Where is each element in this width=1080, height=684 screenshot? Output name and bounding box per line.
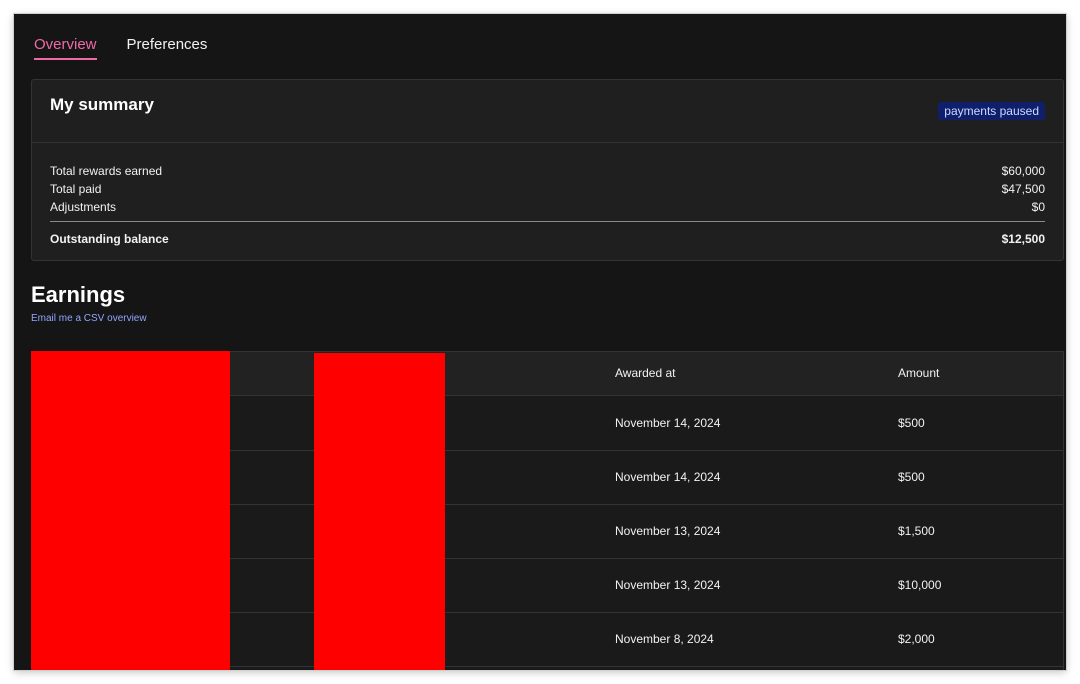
summary-rows: Total rewards earned $60,000 Total paid … [50,162,1045,248]
tab-preferences[interactable]: Preferences [127,36,208,60]
awarded-at-cell: November 14, 2024 [615,470,721,484]
email-csv-link[interactable]: Email me a CSV overview [31,313,147,324]
amount-cell: $1,500 [898,524,935,538]
amount-cell: $500 [898,470,925,484]
summary-title: My summary [50,95,154,114]
amount-cell: $10,000 [898,578,942,592]
awarded-at-cell: November 13, 2024 [615,524,721,538]
column-header-awarded-at: Awarded at [615,366,676,380]
column-header-amount: Amount [898,366,940,380]
summary-row-outstanding-balance: Outstanding balance $12,500 [50,221,1045,248]
summary-value: $47,500 [1001,182,1045,196]
awarded-at-cell: November 8, 2024 [615,632,714,646]
summary-label: Total rewards earned [50,164,163,178]
summary-value: $12,500 [1001,232,1045,246]
earnings-title: Earnings [31,282,126,307]
tab-bar: Overview Preferences [34,36,207,60]
earnings-table: Awarded at Amount November 14, 2024 $500… [31,351,1064,670]
app-window: Overview Preferences My summary payments… [14,14,1066,670]
redacted-block-1 [31,351,230,670]
awarded-at-cell: November 13, 2024 [615,578,721,592]
amount-cell: $500 [898,416,925,430]
summary-label: Total paid [50,182,102,196]
summary-row-total-paid: Total paid $47,500 [50,180,1045,198]
tab-overview[interactable]: Overview [34,36,97,60]
summary-label: Outstanding balance [50,232,169,246]
redacted-block-2 [314,353,445,670]
summary-row-adjustments: Adjustments $0 [50,198,1045,216]
awarded-at-cell: November 14, 2024 [615,416,721,430]
status-badge: payments paused [938,102,1045,120]
summary-value: $0 [1031,200,1045,214]
summary-card: My summary payments paused Total rewards… [31,79,1064,261]
summary-value: $60,000 [1001,164,1045,178]
amount-cell: $2,000 [898,632,935,646]
summary-label: Adjustments [50,200,117,214]
summary-row-total-rewards: Total rewards earned $60,000 [50,162,1045,180]
summary-header: My summary payments paused [32,80,1063,143]
